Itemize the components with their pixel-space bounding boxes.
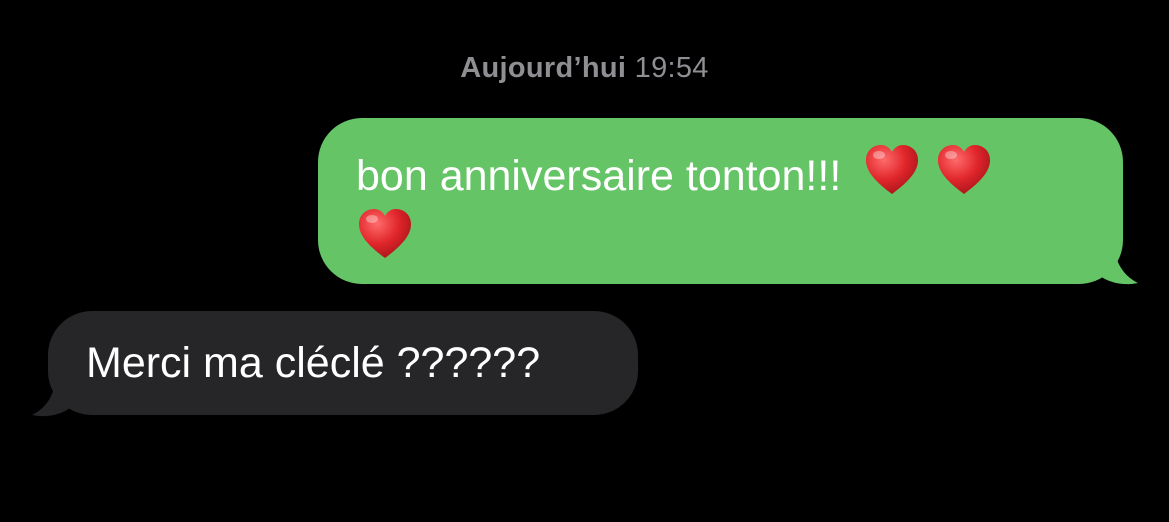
message-timestamp: Aujourd’hui 19:54 — [0, 52, 1169, 85]
sent-message-line-2 — [356, 206, 1083, 270]
sent-message-line-1: bon anniversaire tonton!!! — [356, 142, 1083, 206]
received-message-bubble[interactable]: Merci ma cléclé ?????? — [48, 311, 638, 415]
timestamp-time: 19:54 — [634, 52, 709, 84]
red-heart-icon — [863, 142, 921, 200]
received-bubble-tail — [32, 378, 82, 417]
timestamp-day: Aujourd’hui — [460, 52, 627, 84]
received-message-text: Merci ma cléclé ?????? — [86, 339, 541, 387]
sent-bubble-tail — [1088, 246, 1138, 285]
sent-message-text: bon anniversaire tonton!!! — [356, 152, 842, 200]
red-heart-icon — [935, 142, 993, 200]
sent-message-bubble[interactable]: bon anniversaire tonton!!! — [318, 118, 1123, 284]
red-heart-icon — [356, 206, 414, 264]
